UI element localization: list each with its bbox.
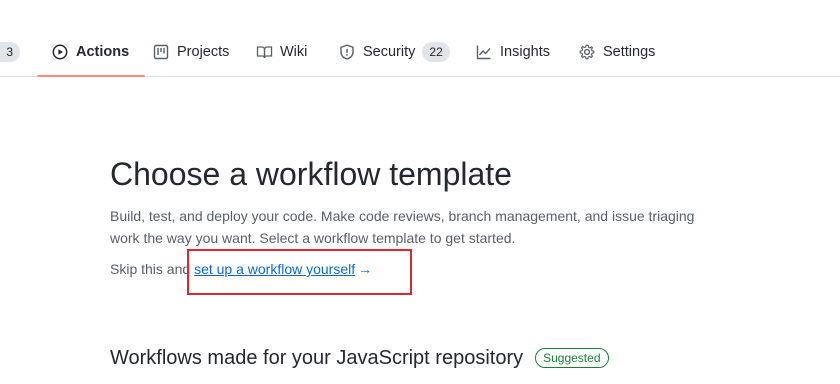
tab-wiki-label: Wiki — [280, 44, 308, 60]
tab-actions[interactable]: Actions — [36, 28, 146, 77]
graph-icon — [476, 44, 493, 61]
annotation-highlight-box — [187, 249, 412, 295]
security-alert-counter: 22 — [422, 42, 450, 62]
page-description: Build, test, and deploy your code. Make … — [110, 208, 695, 246]
play-circle-icon — [52, 44, 69, 61]
project-board-icon — [153, 44, 170, 61]
tab-projects-label: Projects — [177, 44, 230, 60]
suggested-badge: Suggested — [535, 348, 609, 368]
tab-settings-label: Settings — [603, 44, 656, 60]
tab-security[interactable]: Security 22 — [339, 28, 450, 77]
shield-icon — [339, 44, 356, 61]
page-title: Choose a workflow template — [110, 156, 512, 192]
section-heading: Workflows made for your JavaScript repos… — [110, 345, 609, 371]
book-icon — [256, 44, 273, 61]
gear-icon — [579, 44, 596, 61]
tab-insights-label: Insights — [500, 44, 550, 60]
section-title-text: Workflows made for your JavaScript repos… — [110, 347, 524, 369]
tab-actions-label: Actions — [76, 44, 130, 60]
tab-insights[interactable]: Insights — [476, 28, 550, 77]
tab-projects[interactable]: Projects — [153, 28, 229, 77]
partial-tab-counter[interactable]: 3 — [0, 42, 20, 62]
tab-wiki[interactable]: Wiki — [256, 28, 307, 77]
repo-nav: 3 Actions Projects Wiki Security 22 Insi… — [0, 0, 840, 77]
skip-prefix: Skip this and — [110, 261, 195, 277]
tab-settings[interactable]: Settings — [579, 28, 655, 77]
tab-security-label: Security — [363, 44, 416, 60]
